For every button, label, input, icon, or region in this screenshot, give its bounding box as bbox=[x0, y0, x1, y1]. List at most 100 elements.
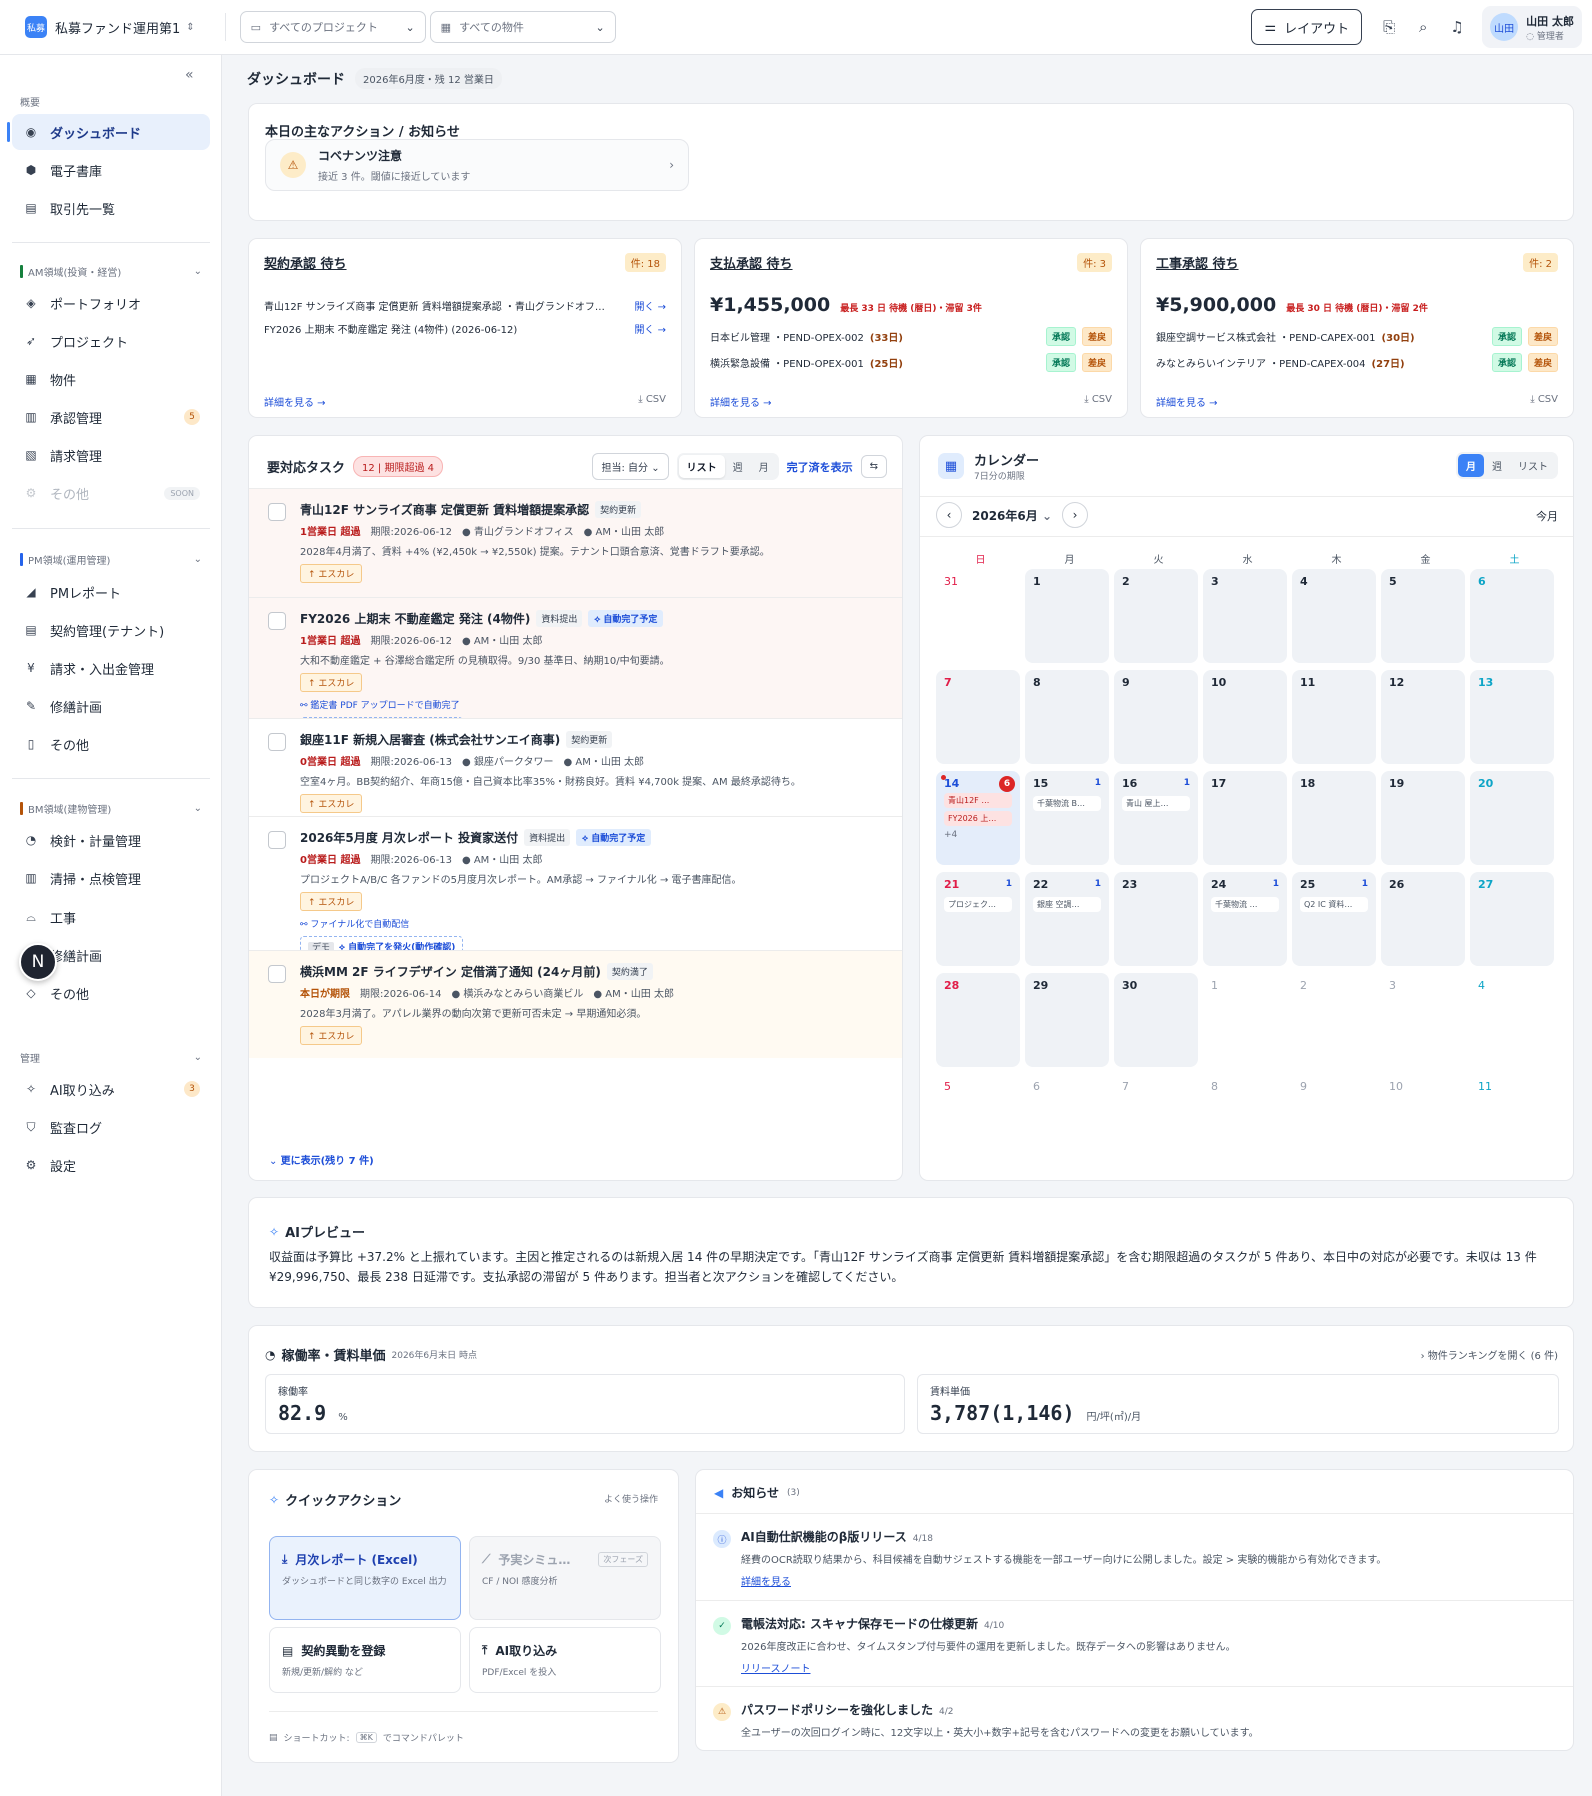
next-month-button[interactable]: › bbox=[1062, 502, 1088, 528]
calendar-day[interactable]: 30 bbox=[1114, 973, 1198, 1067]
calendar-day[interactable]: 23 bbox=[1114, 872, 1198, 966]
more-events[interactable]: +4 bbox=[944, 830, 1012, 840]
swap-icon[interactable]: ⇆ bbox=[860, 455, 887, 478]
assignee-select[interactable]: 担当: 自分 ⌄ bbox=[592, 453, 669, 480]
register-contract-change-button[interactable]: ▤ 契約異動を登録 新規/更新/解約 など bbox=[269, 1627, 461, 1693]
sidebar-item-metering[interactable]: ◔ 検針・計量管理 bbox=[12, 822, 210, 858]
reject-button[interactable]: 差戻 bbox=[1081, 327, 1112, 346]
monthly-report-excel-button[interactable]: ⤓ 月次レポート (Excel) ダッシュボードと同じ数字の Excel 出力 bbox=[269, 1536, 461, 1620]
calendar-day[interactable]: 15 1 千葉物流 B… bbox=[1025, 771, 1109, 865]
calendar-day[interactable]: 8 bbox=[1203, 1074, 1287, 1168]
calendar-day[interactable]: 6 bbox=[1470, 569, 1554, 663]
open-link[interactable]: 開く → bbox=[634, 321, 666, 336]
ai-import-button[interactable]: ⤒ AI取り込み PDF/Excel を投入 bbox=[469, 1627, 661, 1693]
calendar-event[interactable]: 銀座 空調… bbox=[1033, 897, 1101, 912]
csv-download[interactable]: ⤓ CSV bbox=[638, 394, 666, 409]
calendar-event[interactable]: 青山 屋上… bbox=[1122, 796, 1190, 811]
sidebar-item-approval[interactable]: ▥ 承認管理 5 bbox=[12, 399, 210, 435]
covenant-notice[interactable]: ⚠ コベナンツ注意 接近 3 件。閾値に接近しています › bbox=[265, 139, 689, 191]
escalate-button[interactable]: ↑ エスカレ bbox=[300, 673, 363, 692]
sidebar-item-construction[interactable]: ⌓ 工事 bbox=[12, 899, 210, 935]
details-link[interactable]: 詳細を見る → bbox=[264, 394, 326, 409]
open-link[interactable]: 開く → bbox=[634, 298, 666, 313]
calendar-day[interactable]: 5 bbox=[936, 1074, 1020, 1168]
approve-button[interactable]: 承認 bbox=[1491, 353, 1522, 372]
calendar-day[interactable]: 29 bbox=[1025, 973, 1109, 1067]
calendar-event[interactable]: プロジェク… bbox=[944, 897, 1012, 912]
calendar-day[interactable]: 27 bbox=[1470, 872, 1554, 966]
escalate-button[interactable]: ↑ エスカレ bbox=[300, 1026, 363, 1045]
calendar-day[interactable]: 3 bbox=[1381, 973, 1465, 1067]
calendar-day[interactable]: 2 bbox=[1114, 569, 1198, 663]
sidebar-item-audit-log[interactable]: ⛉ 監査ログ bbox=[12, 1109, 210, 1145]
calendar-day[interactable]: 16 1 青山 屋上… bbox=[1114, 771, 1198, 865]
calendar-day[interactable]: 10 bbox=[1203, 670, 1287, 764]
task-checkbox[interactable] bbox=[268, 612, 286, 630]
calendar-day[interactable]: 13 bbox=[1470, 670, 1554, 764]
task-item[interactable]: 銀座11F 新規入居審査 (株式会社サンエイ商事) 契約更新 0営業日 超過 期限:… bbox=[249, 718, 902, 816]
calendar-event[interactable]: FY2026 上… bbox=[944, 811, 1012, 826]
show-more-link[interactable]: ⌄ 更に表示(残り 7 件) bbox=[269, 1152, 374, 1167]
section-admin[interactable]: 管理 ⌄ bbox=[20, 1050, 202, 1065]
calendar-day[interactable]: 4 bbox=[1470, 973, 1554, 1067]
prev-month-button[interactable]: ‹ bbox=[936, 502, 962, 528]
sidebar-item-pm-repair[interactable]: ✎ 修繕計画 bbox=[12, 688, 210, 724]
calendar-day[interactable]: 11 bbox=[1470, 1074, 1554, 1168]
calendar-view-switch[interactable]: 月週リスト bbox=[1456, 452, 1558, 479]
csv-download[interactable]: ⤓ CSV bbox=[1084, 394, 1112, 409]
sidebar-item-billing[interactable]: ▧ 請求管理 bbox=[12, 437, 210, 473]
bookmark-icon[interactable]: ⎘ bbox=[1372, 18, 1406, 36]
task-checkbox[interactable] bbox=[268, 733, 286, 751]
view-list[interactable]: リスト bbox=[678, 455, 725, 478]
sidebar-item-ai-import[interactable]: ✧ AI取り込み 3 bbox=[12, 1071, 210, 1107]
collapse-sidebar-icon[interactable]: « bbox=[185, 67, 194, 83]
sidebar-item-library[interactable]: ⬢ 電子書庫 bbox=[12, 152, 210, 188]
sidebar-item-settings[interactable]: ⚙ 設定 bbox=[12, 1147, 210, 1183]
reject-button[interactable]: 差戻 bbox=[1527, 327, 1558, 346]
sidebar-item-project[interactable]: ➶ プロジェクト bbox=[12, 323, 210, 359]
task-item[interactable]: 2026年5月度 月次レポート 投資家送付 資料提出 ⟡ 自動完了予定 0営業日 超… bbox=[249, 816, 902, 957]
calendar-day[interactable]: 17 bbox=[1203, 771, 1287, 865]
calendar-day[interactable]: 7 bbox=[1114, 1074, 1198, 1168]
property-select[interactable]: ▦ すべての物件 ⌄ bbox=[429, 11, 616, 43]
view-week[interactable]: 週 bbox=[725, 455, 751, 478]
calendar-day[interactable]: 6 bbox=[1025, 1074, 1109, 1168]
task-checkbox[interactable] bbox=[268, 503, 286, 521]
ranking-link[interactable]: › 物件ランキングを開く (6 件) bbox=[1421, 1347, 1558, 1362]
cal-view-list[interactable]: リスト bbox=[1510, 454, 1556, 477]
calendar-day[interactable]: 28 bbox=[936, 973, 1020, 1067]
news-link[interactable]: 詳細を見る bbox=[741, 1573, 791, 1588]
search-icon[interactable]: ⌕ bbox=[1406, 18, 1440, 36]
calendar-event[interactable]: 青山12F … bbox=[944, 793, 1012, 808]
approve-button[interactable]: 承認 bbox=[1045, 327, 1076, 346]
calendar-day[interactable]: 1 bbox=[1203, 973, 1287, 1067]
calendar-event[interactable]: 千葉物流 B… bbox=[1033, 796, 1101, 811]
calendar-day[interactable]: 24 1 千葉物流 … bbox=[1203, 872, 1287, 966]
sidebar-item-portfolio[interactable]: ◈ ポートフォリオ bbox=[12, 285, 210, 321]
cal-view-week[interactable]: 週 bbox=[1484, 454, 1510, 477]
floating-app-button[interactable]: N bbox=[19, 943, 57, 981]
task-item[interactable]: 横浜MM 2F ライフデザイン 定借満了通知 (24ヶ月前) 契約満了 本日が期限… bbox=[249, 950, 902, 1058]
sidebar-item-dashboard[interactable]: ◉ ダッシュボード bbox=[7, 114, 210, 150]
sidebar-item-partners[interactable]: ▤ 取引先一覧 bbox=[12, 190, 210, 226]
calendar-day[interactable]: 5 bbox=[1381, 569, 1465, 663]
calendar-day[interactable]: 18 bbox=[1292, 771, 1376, 865]
details-link[interactable]: 詳細を見る → bbox=[710, 394, 772, 409]
calendar-day[interactable]: 19 bbox=[1381, 771, 1465, 865]
user-menu[interactable]: 山田 山田 太郎 ◌ 管理者 bbox=[1482, 6, 1582, 48]
calendar-day[interactable]: 14 6 青山12F … FY2026 上… +4 bbox=[936, 771, 1020, 865]
task-checkbox[interactable] bbox=[268, 965, 286, 983]
view-month[interactable]: 月 bbox=[751, 455, 777, 478]
calendar-day[interactable]: 21 1 プロジェク… bbox=[936, 872, 1020, 966]
section-pm[interactable]: PM領域(運用管理) ⌄ bbox=[20, 552, 202, 567]
task-view-switch[interactable]: リスト週月 bbox=[676, 453, 779, 480]
sidebar-item-property[interactable]: ▦ 物件 bbox=[12, 361, 210, 397]
task-item[interactable]: 青山12F サンライズ商事 定償更新 賃料増額提案承認 契約更新 1営業日 超過期… bbox=[249, 488, 902, 597]
this-month-button[interactable]: 今月 bbox=[1536, 508, 1558, 524]
calendar-day[interactable]: 8 bbox=[1025, 670, 1109, 764]
calendar-day[interactable]: 12 bbox=[1381, 670, 1465, 764]
details-link[interactable]: 詳細を見る → bbox=[1156, 394, 1218, 409]
calendar-day[interactable]: 11 bbox=[1292, 670, 1376, 764]
csv-download[interactable]: ⤓ CSV bbox=[1530, 394, 1558, 409]
sidebar-item-tenant-contract[interactable]: ▤ 契約管理(テナント) bbox=[12, 612, 210, 648]
